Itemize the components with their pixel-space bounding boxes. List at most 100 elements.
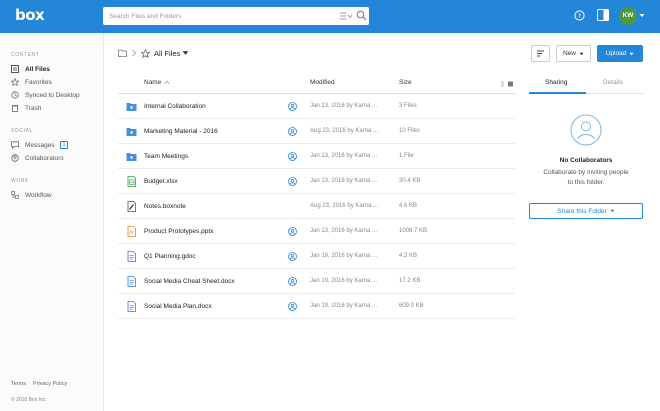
tab-sharing[interactable]: Sharing [545,79,567,86]
chevron-down-icon[interactable] [639,13,645,18]
file-name[interactable]: Q1 Planning.gdoc [144,253,196,260]
sidebar-item-label: Synced to Desktop [25,91,80,99]
file-modified: Jan 13, 2016 by Karna ... [310,178,378,184]
favorite-star-icon[interactable] [141,48,150,58]
terms-link[interactable]: Terms [11,381,26,387]
sidebar-item-label: Messages [25,141,55,149]
search-box[interactable] [103,7,369,25]
sidebar-heading-content: CONTENT [11,52,40,58]
table-row[interactable]: Team Meetings Jan 13, 2016 by Karna ... 1 … [118,144,515,169]
no-collaborators-icon [570,114,602,146]
sidebar-item-label: Trash [25,104,42,112]
all-files-icon [11,65,19,73]
file-name[interactable]: Marketing Material - 2016 [144,128,218,135]
folder-tree-icon[interactable] [118,49,127,57]
file-modified: Jan 19, 2016 by Karna ... [310,253,378,259]
spreadsheet-file-icon [127,176,136,187]
presentation-file-icon [127,226,136,237]
collaboration-icon[interactable] [288,152,297,161]
collaboration-icon[interactable] [288,302,297,311]
table-row[interactable]: Internal Collaboration Jan 13, 2016 by Ka… [118,94,515,119]
file-size: 4.2 KB [399,253,418,259]
box-logo[interactable]: box [15,6,45,24]
file-name[interactable]: Product Prototypes.pptx [144,228,213,235]
sidebar-item-trash[interactable]: Trash [11,103,41,113]
table-row[interactable]: Notes.boxnote Aug 23, 2016 by Karna ... 4.… [118,194,515,219]
file-size: 1008.7 KB [399,228,428,234]
sidebar-item-collaborators[interactable]: Collaborators [11,153,64,163]
chevron-down-icon[interactable] [182,50,189,56]
help-icon[interactable]: ? [574,10,585,21]
star-icon [11,78,19,86]
table-row[interactable]: Social Media Cheat Sheet.docx Jan 19, 201… [118,269,515,294]
file-name[interactable]: Notes.boxnote [144,203,186,210]
sidebar-toggle-icon[interactable] [597,9,609,21]
column-header-modified[interactable]: Modified [310,79,335,86]
user-avatar[interactable]: KW [619,7,637,25]
collaboration-icon[interactable] [288,177,297,186]
table-row[interactable]: Social Media Plan.docx Jan 19, 2016 by Ka… [118,294,515,319]
messages-count-badge: 1 [59,141,69,149]
filter-icon[interactable] [339,11,353,21]
file-modified: Aug 23, 2016 by Karna ... [310,203,379,209]
share-folder-button[interactable]: Share this Folder [529,203,643,219]
collaboration-icon[interactable] [288,252,297,261]
sidebar-item-favorites[interactable]: Favorites [11,77,52,87]
no-collaborators-title: No Collaborators [559,157,613,164]
new-button-label: New [562,50,576,57]
collaboration-icon[interactable] [288,102,297,111]
file-name[interactable]: Social Media Plan.docx [144,303,212,310]
file-name[interactable]: Budget.xlsx [144,178,178,185]
chevron-right-icon [132,49,137,57]
file-name[interactable]: Social Media Cheat Sheet.docx [144,278,235,285]
file-name[interactable]: Internal Collaboration [144,103,206,110]
share-folder-label: Share this Folder [557,207,607,215]
column-header-name[interactable]: Name [144,79,171,86]
new-button[interactable]: New [556,45,591,62]
message-icon [11,141,19,149]
sidebar-item-label: All Files [25,65,50,73]
sidebar-item-synced[interactable]: Synced to Desktop [11,90,80,100]
search-input[interactable] [109,10,319,22]
file-size: 1 File [399,153,414,159]
table-row[interactable]: Q1 Planning.gdoc Jan 19, 2016 by Karna ..… [118,244,515,269]
table-row[interactable]: Marketing Material - 2016 Aug 23, 2016 by… [118,119,515,144]
file-name[interactable]: Team Meetings [144,153,188,160]
collaboration-icon[interactable] [288,277,297,286]
collaboration-icon[interactable] [288,227,297,236]
file-size: 4.6 KB [399,203,418,209]
chevron-down-icon [610,209,615,213]
file-size: 3 Files [399,103,417,109]
document-file-icon [127,301,136,312]
privacy-policy-link[interactable]: Privacy Policy [33,381,67,387]
table-row[interactable]: Product Prototypes.pptx Jan 13, 2016 by K… [118,219,515,244]
collab-folder-icon [126,103,137,111]
sidebar-heading-work: WORK [11,178,29,184]
upload-button[interactable]: Upload [597,45,643,62]
view-toggle-icon[interactable] [500,81,514,87]
sidebar-item-label: Collaborators [25,154,64,162]
document-file-icon [127,251,136,262]
sidebar-item-workflow[interactable]: Workflow [11,190,52,200]
breadcrumb-current[interactable]: All Files [154,49,180,58]
table-row[interactable]: Budget.xlsx Jan 13, 2016 by Karna ... 30.4… [118,169,515,194]
chevron-down-icon [629,52,634,55]
file-modified: Jan 13, 2016 by Karna ... [310,228,378,234]
column-header-size[interactable]: Size [399,79,412,86]
sidebar-item-all-files[interactable]: All Files [11,64,50,74]
copyright: © 2016 Box Inc. [11,397,47,403]
top-bar: box ? KW [0,0,660,33]
svg-text:?: ? [578,12,581,20]
no-collaborators-text-line1: Collaborate by inviting people [543,169,629,176]
collab-folder-icon [126,153,137,161]
sort-options-button[interactable] [531,45,550,62]
search-icon[interactable] [356,10,367,21]
collaboration-icon[interactable] [288,127,297,136]
tab-details[interactable]: Details [603,79,623,86]
sidebar-item-messages[interactable]: Messages 1 [11,140,69,150]
sidebar: CONTENT All Files Favorites Synced to De… [0,33,104,411]
file-size: 17.2 KB [399,278,421,284]
sidebar-footer-links: Terms Privacy Policy [11,381,67,387]
file-modified: Aug 23, 2016 by Karna ... [310,128,379,134]
sidebar-item-label: Workflow [25,191,52,199]
